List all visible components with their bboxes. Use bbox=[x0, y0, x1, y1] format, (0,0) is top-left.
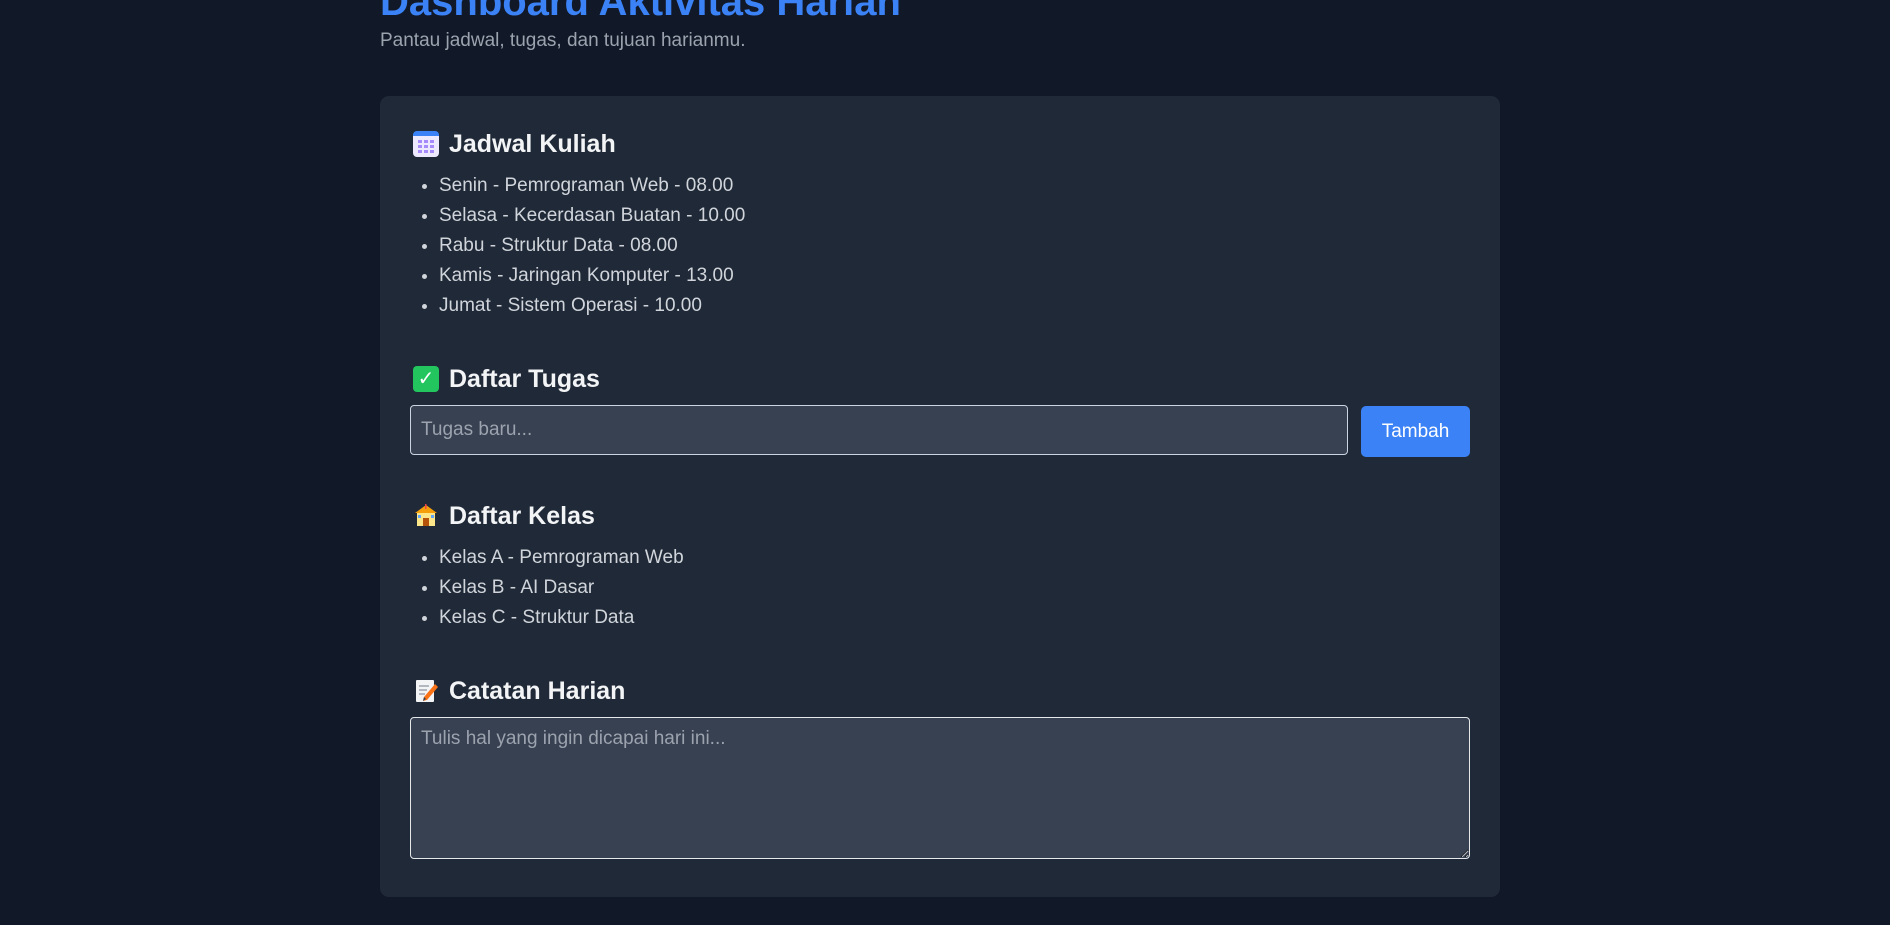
new-task-input[interactable] bbox=[410, 405, 1348, 455]
page-title: Dashboard Aktivitas Harian bbox=[380, 0, 901, 24]
check-mark-icon: ✓ bbox=[413, 366, 439, 392]
classes-list: Kelas A - Pemrograman Web Kelas B - AI D… bbox=[413, 543, 684, 633]
tasks-title: Daftar Tugas bbox=[449, 364, 600, 393]
schedule-item: Rabu - Struktur Data - 08.00 bbox=[439, 231, 745, 261]
schedule-item: Kamis - Jaringan Komputer - 13.00 bbox=[439, 261, 745, 291]
add-task-button[interactable]: Tambah bbox=[1361, 406, 1470, 457]
school-icon bbox=[413, 503, 439, 529]
dashboard-card: Jadwal Kuliah Senin - Pemrograman Web - … bbox=[380, 96, 1500, 897]
class-item: Kelas A - Pemrograman Web bbox=[439, 543, 684, 573]
schedule-item: Senin - Pemrograman Web - 08.00 bbox=[439, 171, 745, 201]
notes-heading: Catatan Harian bbox=[413, 674, 625, 708]
schedule-heading: Jadwal Kuliah bbox=[413, 127, 616, 161]
classes-title: Daftar Kelas bbox=[449, 501, 595, 530]
tasks-heading: ✓ Daftar Tugas bbox=[413, 362, 600, 396]
schedule-item: Selasa - Kecerdasan Buatan - 10.00 bbox=[439, 201, 745, 231]
schedule-title: Jadwal Kuliah bbox=[449, 129, 616, 158]
classes-heading: Daftar Kelas bbox=[413, 499, 595, 533]
class-item: Kelas C - Struktur Data bbox=[439, 603, 684, 633]
memo-icon bbox=[413, 678, 439, 704]
schedule-item: Jumat - Sistem Operasi - 10.00 bbox=[439, 291, 745, 321]
page-subtitle: Pantau jadwal, tugas, dan tujuan harianm… bbox=[380, 30, 746, 51]
class-item: Kelas B - AI Dasar bbox=[439, 573, 684, 603]
notes-title: Catatan Harian bbox=[449, 676, 626, 705]
schedule-list: Senin - Pemrograman Web - 08.00 Selasa -… bbox=[413, 171, 745, 321]
daily-notes-textarea[interactable] bbox=[410, 717, 1470, 859]
calendar-icon bbox=[413, 131, 439, 157]
